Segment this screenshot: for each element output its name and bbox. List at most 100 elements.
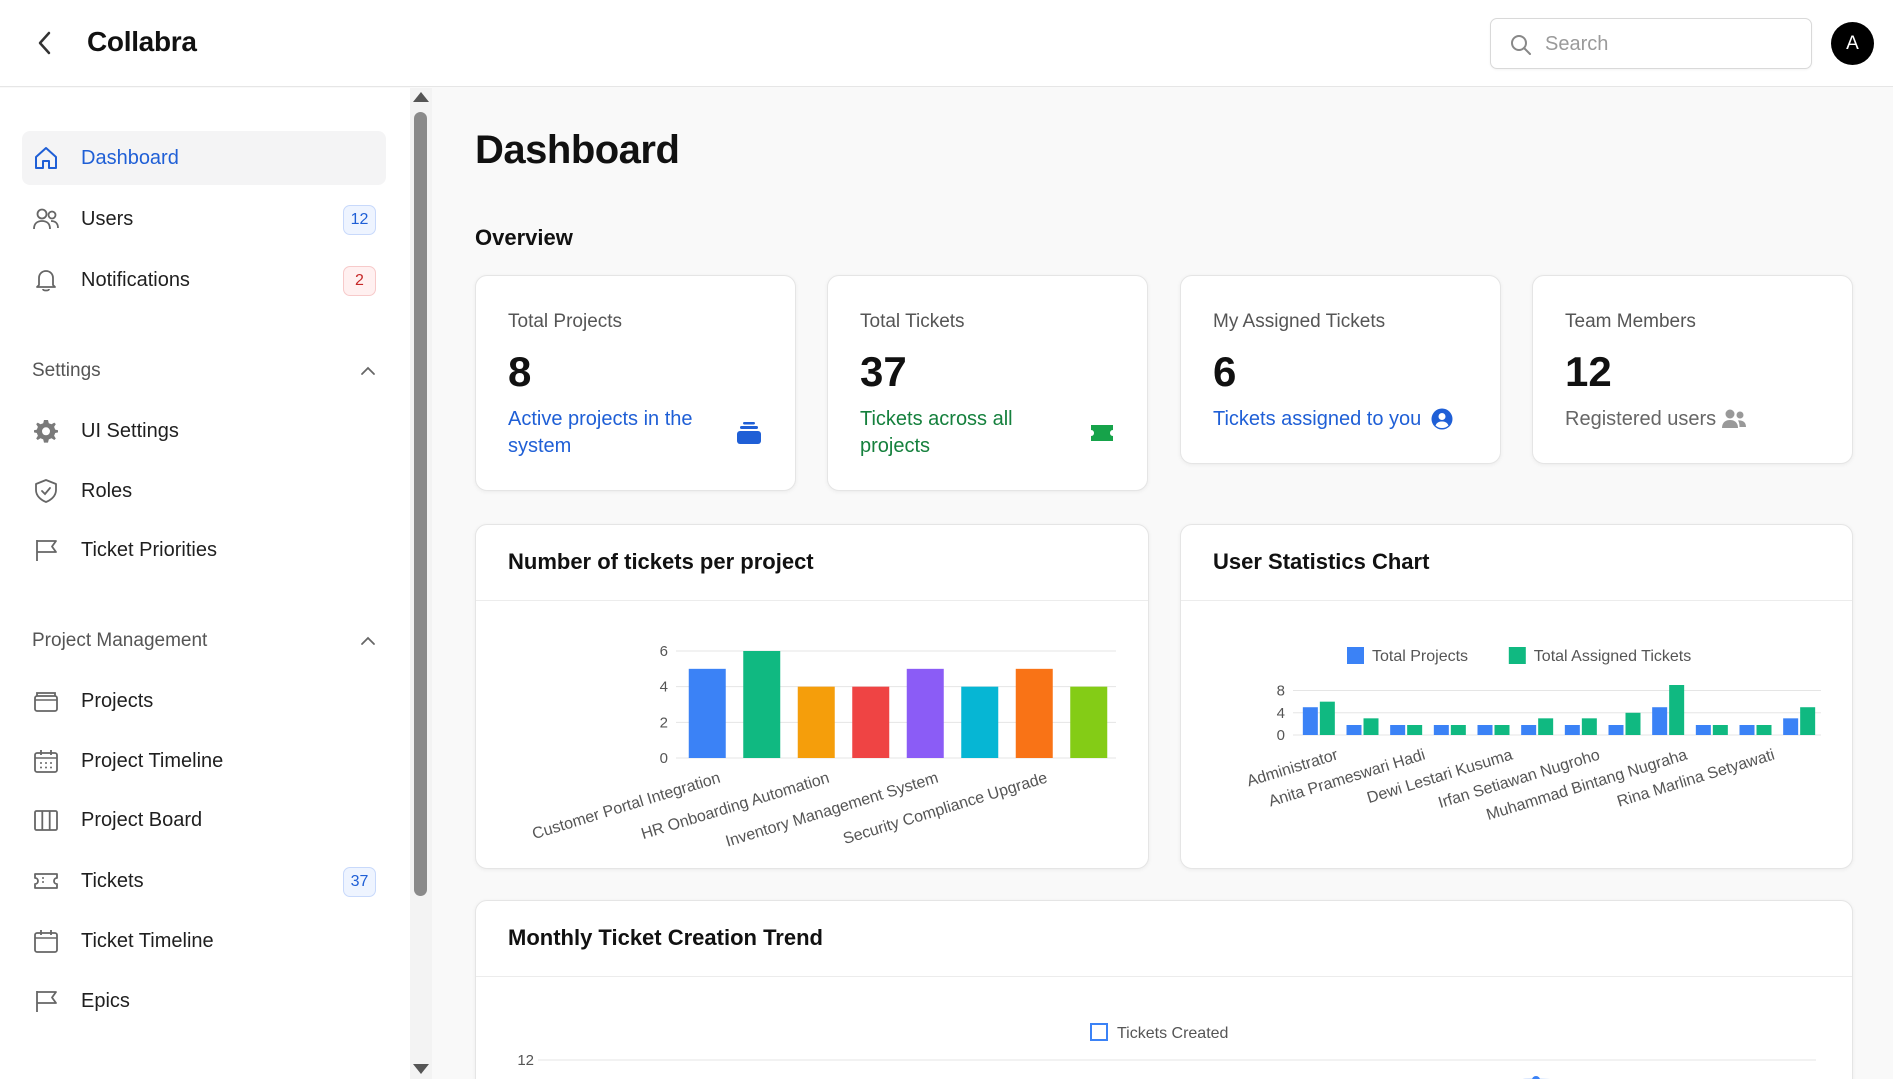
avatar[interactable]: A xyxy=(1831,22,1874,65)
bar xyxy=(1581,718,1597,735)
sidebar-item-users[interactable]: Users 12 xyxy=(22,192,386,246)
chevron-left-icon xyxy=(38,31,51,55)
project-management-group-toggle[interactable]: Project Management xyxy=(32,626,377,656)
y-tick-label: 8 xyxy=(1277,683,1285,700)
stat-value: 6 xyxy=(1213,348,1237,395)
scrollbar-thumb[interactable] xyxy=(414,112,427,896)
flag-icon xyxy=(36,540,57,561)
stat-description: Active projects in the system xyxy=(508,408,693,457)
legend-label: Total Assigned Tickets xyxy=(1534,648,1691,665)
stat-value: 37 xyxy=(860,348,907,395)
x-tick-label: Customer Portal Integration xyxy=(530,770,722,843)
sidebar-item-roles[interactable]: Roles xyxy=(22,464,386,518)
chevron-up-icon xyxy=(361,366,375,375)
stack-icon xyxy=(737,422,761,444)
chart-title: User Statistics Chart xyxy=(1213,549,1430,574)
sidebar-item-tickets[interactable]: Tickets 37 xyxy=(22,854,386,908)
notifications-count-badge: 2 xyxy=(343,266,376,296)
sidebar-item-label: Ticket Priorities xyxy=(81,538,217,561)
bar xyxy=(1608,725,1624,735)
shield-icon xyxy=(35,479,57,503)
sidebar-item-label: Users xyxy=(81,207,134,230)
calendar-icon xyxy=(34,750,58,773)
bar xyxy=(1433,725,1449,735)
bar xyxy=(1407,725,1423,735)
bar xyxy=(1783,718,1799,735)
app-title: Collabra xyxy=(87,26,197,57)
users-icon xyxy=(1722,409,1746,428)
stat-card-total-tickets: Total Tickets 37 Tickets across all proj… xyxy=(827,275,1148,491)
stat-card-team-members: Team Members 12 Registered users xyxy=(1532,275,1853,464)
home-icon xyxy=(35,147,57,169)
sidebar-item-ticket-timeline[interactable]: Ticket Timeline xyxy=(22,914,386,968)
top-bar: Collabra A xyxy=(0,0,1893,87)
y-tick-label: 4 xyxy=(1277,705,1285,722)
bar xyxy=(1521,725,1537,735)
y-tick-label: 0 xyxy=(660,750,668,767)
sidebar-item-ticket-priorities[interactable]: Ticket Priorities xyxy=(22,523,386,577)
legend-swatch xyxy=(1347,647,1364,664)
x-tick-label: Rina Marlina Setyawati xyxy=(1615,747,1776,811)
bar xyxy=(688,668,726,758)
bar xyxy=(1625,712,1641,735)
stat-label: Team Members xyxy=(1565,311,1696,332)
stat-label: My Assigned Tickets xyxy=(1213,311,1386,332)
x-tick-label: Inventory Management System xyxy=(724,770,941,851)
tickets-per-project-chart: 0246Customer Portal IntegrationHR Onboar… xyxy=(530,643,1116,851)
users-count-badge: 12 xyxy=(343,205,376,235)
bar xyxy=(1015,668,1053,758)
scroll-up-arrow-icon[interactable] xyxy=(413,92,429,102)
legend-label: Total Projects xyxy=(1372,648,1468,665)
user-statistics-chart: Total Projects Total Assigned Tickets048A… xyxy=(1245,647,1821,824)
sidebar-item-label: UI Settings xyxy=(81,419,179,442)
chart-title: Monthly Ticket Creation Trend xyxy=(508,925,823,950)
back-button[interactable] xyxy=(30,28,60,58)
user-circle-icon xyxy=(1431,408,1453,430)
sidebar-item-label: Tickets xyxy=(81,869,144,892)
sidebar-item-ui-settings[interactable]: UI Settings xyxy=(22,404,386,458)
stat-value: 8 xyxy=(508,348,532,395)
stat-label: Total Tickets xyxy=(860,311,965,332)
bar xyxy=(1739,725,1755,735)
tickets-per-project-card: Number of tickets per project 0 2 4 6 Custom… xyxy=(475,524,1149,869)
bar xyxy=(1363,718,1379,735)
sidebar-item-epics[interactable]: Epics xyxy=(22,974,386,1028)
legend-swatch xyxy=(1090,1023,1108,1041)
board-icon xyxy=(34,810,58,831)
search-icon xyxy=(1511,35,1531,55)
stat-card-my-assigned-tickets: My Assigned Tickets 6 Tickets assigned t… xyxy=(1180,275,1501,464)
bar xyxy=(1564,725,1580,735)
search-box[interactable] xyxy=(1490,18,1812,69)
users-icon xyxy=(33,208,59,230)
folder-icon xyxy=(34,692,58,712)
bar xyxy=(1538,718,1554,735)
flag-icon xyxy=(36,991,57,1012)
y-tick-label: 12 xyxy=(517,1052,534,1069)
sidebar-item-label: Epics xyxy=(81,989,130,1012)
sidebar-item-dashboard[interactable]: Dashboard xyxy=(22,131,386,185)
sidebar-item-label: Dashboard xyxy=(81,146,179,169)
sidebar-item-label: Ticket Timeline xyxy=(81,929,214,952)
settings-group-toggle[interactable]: Settings xyxy=(32,356,377,386)
sidebar-item-label: Projects xyxy=(81,689,154,712)
bar xyxy=(852,686,890,758)
sidebar-item-project-board[interactable]: Project Board xyxy=(22,793,386,847)
bar xyxy=(1319,701,1335,735)
ticket-icon xyxy=(34,873,58,889)
y-tick-label: 0 xyxy=(1277,727,1285,744)
settings-group-label: Settings xyxy=(32,360,101,381)
chevron-up-icon xyxy=(361,636,375,645)
bar xyxy=(906,668,944,758)
sidebar-item-project-timeline[interactable]: Project Timeline xyxy=(22,734,386,788)
stat-label: Total Projects xyxy=(508,311,623,332)
x-tick-label: Security Compliance Upgrade xyxy=(841,770,1049,848)
search-input[interactable] xyxy=(1545,28,1795,60)
monthly-trend-chart: Tickets Created 12 xyxy=(517,1023,1816,1079)
sidebar-item-projects[interactable]: Projects xyxy=(22,674,386,728)
legend-label: Tickets Created xyxy=(1117,1025,1228,1042)
scroll-down-arrow-icon[interactable] xyxy=(413,1064,429,1074)
monthly-trend-card: Monthly Ticket Creation Trend Tickets Cr… xyxy=(475,900,1853,1079)
stat-value: 12 xyxy=(1565,348,1612,395)
bar xyxy=(1450,725,1466,735)
sidebar-item-notifications[interactable]: Notifications 2 xyxy=(22,253,386,307)
